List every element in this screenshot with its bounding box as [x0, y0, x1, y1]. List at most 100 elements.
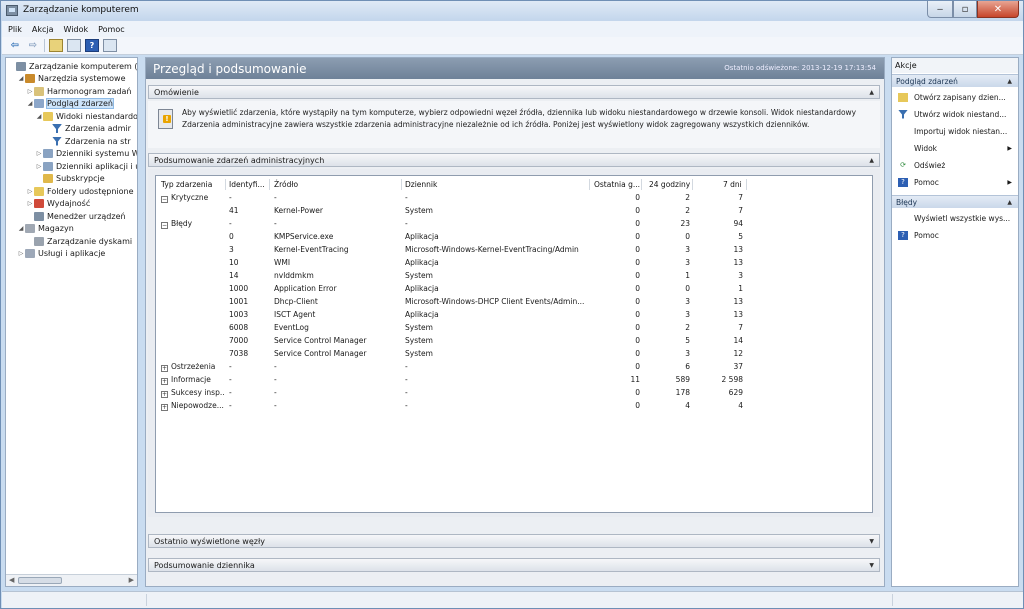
expand-toggle-icon[interactable]: ▷ [26, 200, 34, 207]
collapse-arrow-icon[interactable]: ▲ [869, 89, 874, 96]
actions-section-header[interactable]: Błędy ▲ [892, 195, 1018, 208]
close-button[interactable]: ✕ [977, 1, 1019, 18]
collapse-arrow-icon[interactable]: ▲ [1007, 199, 1012, 206]
column-header-7d[interactable]: 7 dni [723, 180, 742, 189]
actions-section-label: Podgląd zdarzeń [896, 77, 958, 86]
expand-toggle-icon[interactable]: ▷ [35, 163, 43, 170]
collapse-arrow-icon[interactable]: ▲ [1007, 78, 1012, 85]
table-cell-log: - [405, 362, 408, 371]
tree-item[interactable]: Subskrypcje [35, 173, 105, 185]
action-item[interactable]: ? Pomoc ▶ [892, 176, 1018, 188]
tree-item[interactable]: ◢ Magazyn [17, 223, 74, 235]
expand-arrow-icon[interactable]: ▼ [869, 538, 874, 545]
expand-toggle-icon[interactable]: ▷ [26, 88, 34, 95]
column-divider[interactable] [589, 179, 590, 190]
title-bar[interactable]: Zarządzanie komputerem ‒ ▫ ✕ [1, 1, 1023, 21]
expand-group-icon[interactable]: + [161, 378, 168, 385]
column-divider[interactable] [225, 179, 226, 190]
pane-title: Przegląd i podsumowanie [153, 62, 307, 76]
tree-item[interactable]: ◢ Widoki niestandardo [35, 110, 137, 122]
column-header-log[interactable]: Dziennik [405, 180, 437, 189]
tree-item[interactable]: Zdarzenia admir [44, 123, 131, 135]
tree-item[interactable]: ▷ Usługi i aplikacje [17, 248, 105, 260]
tree-item[interactable]: ◢ Podgląd zdarzeń [26, 98, 114, 110]
recent-nodes-section-header[interactable]: Ostatnio wyświetlone węzły ▼ [148, 534, 880, 548]
column-header-id[interactable]: Identyfi... [229, 180, 265, 189]
tree-item[interactable]: ▷ Dzienniki aplikacji i u [35, 160, 137, 172]
tree-item[interactable]: ▷ Wydajność [26, 198, 90, 210]
show-hide-tree-icon[interactable] [67, 39, 81, 52]
column-header-type[interactable]: Typ zdarzenia [161, 180, 212, 189]
table-cell-week: 14 [733, 336, 743, 345]
scroll-left-icon[interactable]: ◀ [9, 576, 14, 584]
column-divider[interactable] [401, 179, 402, 190]
submenu-arrow-icon: ▶ [1007, 178, 1012, 186]
tree-item[interactable]: ▷ Harmonogram zadań [26, 85, 131, 97]
up-level-icon[interactable] [49, 39, 63, 52]
tree-item[interactable]: Zdarzenia na str [44, 135, 131, 147]
action-item[interactable]: Utwórz widok niestand... [892, 108, 1018, 120]
expand-toggle-icon[interactable]: ◢ [17, 225, 25, 232]
menu-help[interactable]: Pomoc [98, 25, 125, 34]
actions-section-header[interactable]: Podgląd zdarzeń ▲ [892, 74, 1018, 87]
collapse-group-icon[interactable]: − [161, 196, 168, 203]
menu-action[interactable]: Akcja [32, 25, 54, 34]
column-divider[interactable] [692, 179, 693, 190]
column-header-source[interactable]: Źródło [274, 180, 298, 189]
tree-item[interactable]: ◢ Narzędzia systemowe [17, 73, 126, 85]
group-label: Informacje [171, 375, 211, 384]
minimize-button[interactable]: ‒ [927, 1, 953, 18]
expand-group-icon[interactable]: + [161, 365, 168, 372]
column-header-last-hour[interactable]: Ostatnia g... [594, 180, 640, 189]
expand-group-icon[interactable]: + [161, 391, 168, 398]
column-divider[interactable] [269, 179, 270, 190]
back-arrow-icon[interactable]: ⇦ [8, 39, 22, 52]
expand-toggle-icon[interactable]: ◢ [17, 75, 25, 82]
menu-view[interactable]: Widok [64, 25, 89, 34]
expand-toggle-icon[interactable]: ▷ [26, 188, 34, 195]
table-cell-week: 1 [738, 284, 743, 293]
table-cell-id: 41 [229, 206, 239, 215]
expand-arrow-icon[interactable]: ▼ [869, 562, 874, 569]
action-item[interactable]: ⟳ Odśwież [892, 159, 1018, 171]
action-item-label: Pomoc [914, 230, 939, 240]
expand-toggle-icon[interactable]: ◢ [35, 113, 43, 120]
collapse-arrow-icon[interactable]: ▲ [869, 157, 874, 164]
menu-bar: Plik Akcja Widok Pomoc [2, 21, 1023, 37]
column-divider[interactable] [746, 179, 747, 190]
tree-item[interactable]: Menedżer urządzeń [26, 210, 126, 222]
scrollbar-thumb[interactable] [18, 577, 62, 584]
help-icon[interactable]: ? [85, 39, 99, 52]
tree-item[interactable]: Zarządzanie dyskami [26, 235, 132, 247]
tree-horizontal-scrollbar[interactable]: ◀ ▶ [6, 574, 137, 586]
action-item[interactable]: Wyświetl wszystkie wys... [892, 212, 1018, 224]
expand-toggle-icon[interactable]: ▷ [35, 150, 43, 157]
forward-arrow-icon[interactable]: ⇨ [26, 39, 40, 52]
action-item[interactable]: Otwórz zapisany dzien... [892, 91, 1018, 103]
action-item[interactable]: Importuj widok niestan... [892, 125, 1018, 137]
column-divider[interactable] [641, 179, 642, 190]
table-cell-day: 2 [685, 193, 690, 202]
table-cell-day: 2 [685, 323, 690, 332]
menu-file[interactable]: Plik [8, 25, 22, 34]
collapse-group-icon[interactable]: − [161, 222, 168, 229]
tree-item[interactable]: ▷ Dzienniki systemu W [35, 148, 137, 160]
tree-item[interactable]: Zarządzanie komputerem (loka [8, 60, 137, 72]
overview-section-header[interactable]: Omówienie ▲ [148, 85, 880, 99]
action-item[interactable]: Widok ▶ [892, 142, 1018, 154]
column-header-24h[interactable]: 24 godziny [649, 180, 690, 189]
table-cell-log: System [405, 271, 433, 280]
log-summary-section-header[interactable]: Podsumowanie dziennika ▼ [148, 558, 880, 572]
admin-summary-section-header[interactable]: Podsumowanie zdarzeń administracyjnych ▲ [148, 153, 880, 167]
table-cell-log: Microsoft-Windows-Kernel-EventTracing/Ad… [405, 245, 579, 254]
table-cell-week: 12 [733, 349, 743, 358]
scroll-right-icon[interactable]: ▶ [129, 576, 134, 584]
show-hide-actions-icon[interactable] [103, 39, 117, 52]
table-cell-day: 6 [685, 362, 690, 371]
expand-group-icon[interactable]: + [161, 404, 168, 411]
maximize-button[interactable]: ▫ [953, 1, 977, 18]
action-item[interactable]: ? Pomoc [892, 229, 1018, 241]
expand-toggle-icon[interactable]: ▷ [17, 250, 25, 257]
expand-toggle-icon[interactable]: ◢ [26, 100, 34, 107]
tree-item[interactable]: ▷ Foldery udostępnione [26, 185, 134, 197]
